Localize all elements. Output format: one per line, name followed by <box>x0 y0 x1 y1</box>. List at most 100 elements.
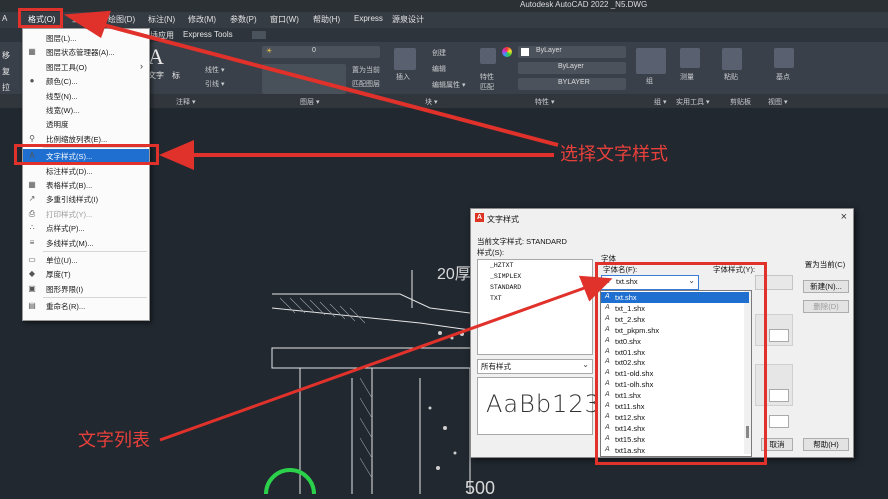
menu-item[interactable]: ∴ 点样式(P)... <box>23 221 149 235</box>
menu-express[interactable]: Express <box>354 14 383 23</box>
menu-item[interactable]: 透明度 <box>23 117 149 131</box>
linear-dim-label[interactable]: 线性 ▾ <box>205 65 224 75</box>
layer-panel-title[interactable]: 图层 ▾ <box>300 97 319 107</box>
height-input[interactable] <box>769 329 789 342</box>
new-style-button[interactable]: 新建(N)... <box>803 280 849 293</box>
style-item[interactable]: STANDARD <box>490 284 521 291</box>
layer-value: 0 <box>312 47 316 54</box>
highlight-format-menu <box>18 8 63 28</box>
base-point-label[interactable]: 基点 <box>776 72 790 82</box>
match-label[interactable]: 匹配 <box>480 82 494 92</box>
measure-icon[interactable] <box>680 48 700 68</box>
annotate-panel-title[interactable]: 注释 ▾ <box>176 97 195 107</box>
color-combo[interactable]: ByLayer <box>518 46 626 58</box>
menu-item[interactable]: ↗ 多重引线样式(I) <box>23 192 149 206</box>
style-item[interactable]: TXT <box>490 295 502 302</box>
menu-item-icon <box>27 33 37 43</box>
group-icon[interactable] <box>636 48 666 74</box>
props-label[interactable]: 特性 <box>480 72 494 82</box>
color-wheel-icon[interactable] <box>502 47 512 57</box>
style-list[interactable]: _HZTXT _SIMPLEX STANDARD TXT <box>477 259 593 355</box>
width-factor-input[interactable] <box>769 389 789 402</box>
tool-copy[interactable]: 复 <box>2 66 10 77</box>
style-filter-select[interactable]: 所有样式 ⌄ <box>477 359 593 374</box>
menu-item[interactable]: ▭ 单位(U)... <box>23 253 149 267</box>
menu-item[interactable]: ▣ 图形界限(I) <box>23 282 149 296</box>
paste-label[interactable]: 粘贴 <box>724 72 738 82</box>
view-panel-title[interactable]: 视图 ▾ <box>768 97 787 107</box>
menu-item[interactable]: ◆ 厚度(T) <box>23 267 149 281</box>
menu-item[interactable]: 线型(N)... <box>23 89 149 103</box>
match-layer-label[interactable]: 匹配图层 <box>352 79 380 89</box>
title-bar: Autodesk AutoCAD 2022 _N5.DWG <box>0 0 888 12</box>
menu-draw[interactable]: 绘图(D) <box>108 14 135 25</box>
tab-dropdown-icon[interactable] <box>252 31 266 39</box>
menu-help[interactable]: 帮助(H) <box>313 14 340 25</box>
create-label[interactable]: 创建 <box>432 48 446 58</box>
menu-item[interactable]: ≡ 多线样式(M)... <box>23 236 149 250</box>
menu-tools[interactable]: 工具(T) <box>72 14 98 25</box>
insert-label[interactable]: 插入 <box>396 72 410 82</box>
autocad-logo-icon: A <box>475 213 484 222</box>
leader-label[interactable]: 引线 ▾ <box>205 79 224 89</box>
linetype-combo[interactable]: ByLayer <box>518 62 626 74</box>
set-current-label[interactable]: 置为当前 <box>352 65 380 75</box>
dim-tool-label[interactable]: 标 <box>172 70 180 81</box>
help-button[interactable]: 帮助(H) <box>803 438 849 451</box>
utilities-panel-title[interactable]: 实用工具 ▾ <box>676 97 709 107</box>
block-panel-title[interactable]: 块 ▾ <box>425 97 437 107</box>
menu-item-label: 单位(U)... <box>46 256 78 265</box>
dimension-text-thickness: 20厚 <box>437 266 471 283</box>
edit-attr-label[interactable]: 编辑属性 ▾ <box>432 80 465 90</box>
style-item[interactable]: _HZTXT <box>490 262 513 269</box>
menu-item-icon: ⚲ <box>29 133 35 143</box>
menu-item-icon: ∴ <box>29 223 35 233</box>
layer-combo[interactable]: ☀ 0 <box>262 46 380 58</box>
oblique-angle-input[interactable] <box>769 415 789 428</box>
tool-stretch[interactable]: 拉 <box>2 82 10 93</box>
lineweight-combo[interactable]: BYLAYER <box>518 78 626 90</box>
insert-block-icon[interactable] <box>394 48 416 70</box>
menu-modify[interactable]: 修改(M) <box>188 14 216 25</box>
paste-icon[interactable] <box>722 48 742 70</box>
menu-window[interactable]: 窗口(W) <box>270 14 299 25</box>
menu-item[interactable]: ● 颜色(C)... <box>23 74 149 88</box>
clipboard-panel-title[interactable]: 剪贴板 <box>730 97 751 107</box>
menu-item[interactable]: 图层工具(O) › <box>23 60 149 74</box>
menu-item[interactable]: ▦ 表格样式(B)... <box>23 178 149 192</box>
tool-move[interactable]: 移 <box>2 50 10 61</box>
menu-item-label: 标注样式(D)... <box>46 166 93 176</box>
menu-item-icon <box>27 91 37 101</box>
menu-item-icon: ↗ <box>28 194 36 204</box>
menu-item-label: 图层工具(O) <box>46 62 87 72</box>
menu-item[interactable]: ⎙ 打印样式(Y)... <box>23 207 149 221</box>
text-tool-icon[interactable]: A <box>148 44 164 70</box>
tab-plugins[interactable]: 插应用 <box>150 30 174 41</box>
menu-item-label: 打印样式(Y)... <box>46 209 93 219</box>
group-label[interactable]: 组 <box>646 76 653 86</box>
menu-parameter[interactable]: 参数(P) <box>230 14 257 25</box>
menu-item[interactable]: 标注样式(D)... <box>23 164 149 178</box>
menu-dimension[interactable]: 标注(N) <box>148 14 175 25</box>
menu-item[interactable]: 线宽(W)... <box>23 103 149 117</box>
group-panel-title[interactable]: 组 ▾ <box>654 97 666 107</box>
menu-item[interactable]: ▦ 图层状态管理器(A)... <box>23 45 149 59</box>
menu-yuanquan[interactable]: 源泉设计 <box>392 14 424 25</box>
base-point-icon[interactable] <box>774 48 794 68</box>
style-item[interactable]: _SIMPLEX <box>490 273 521 280</box>
menu-item-icon: ▦ <box>28 47 36 57</box>
properties-icon[interactable] <box>480 48 496 64</box>
measure-label[interactable]: 测量 <box>680 72 694 82</box>
menu-item[interactable]: 图层(L)... <box>23 31 149 45</box>
tab-express-tools[interactable]: Express Tools <box>183 30 233 39</box>
highlight-text-style-item <box>14 144 159 165</box>
set-current-button[interactable]: 置为当前(C) <box>803 259 847 270</box>
close-icon[interactable]: × <box>841 211 847 223</box>
delete-style-button[interactable]: 删除(D) <box>803 300 849 313</box>
menu-item[interactable]: ▤ 重命名(R)... <box>23 299 149 313</box>
layer-tools-icons[interactable] <box>262 64 346 94</box>
properties-panel-title[interactable]: 特性 ▾ <box>535 97 554 107</box>
text-tool-label[interactable]: 文字 <box>148 70 164 81</box>
edit-label[interactable]: 编辑 <box>432 64 446 74</box>
chevron-right-icon: › <box>140 60 143 71</box>
